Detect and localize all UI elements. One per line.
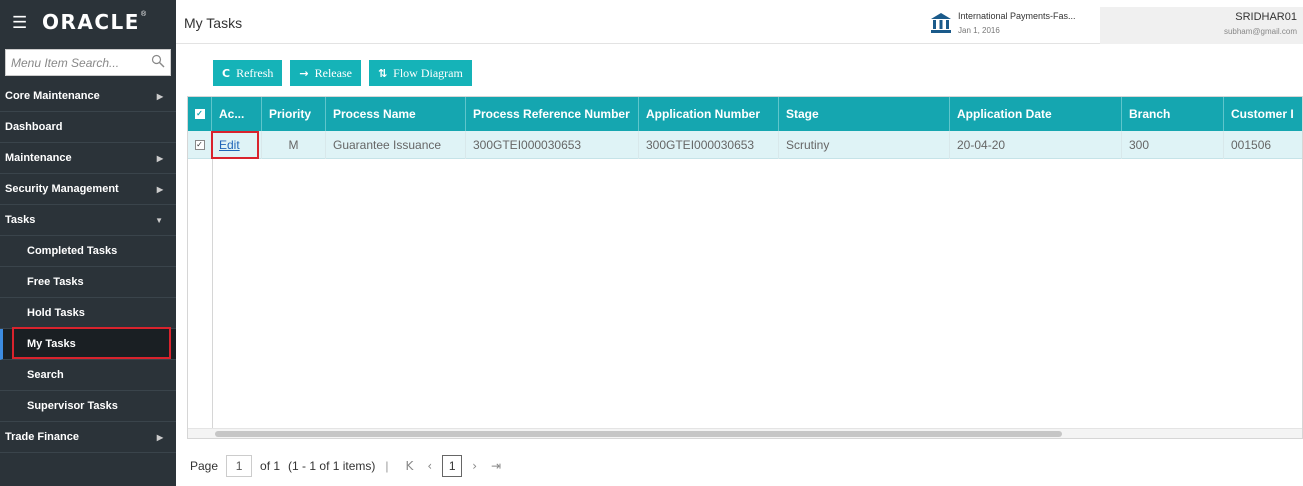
edit-link[interactable]: Edit bbox=[219, 138, 240, 152]
sidebar-item-maintenance[interactable]: Maintenance bbox=[0, 143, 176, 174]
row-checkbox[interactable]: ✓ bbox=[194, 140, 205, 150]
sidebar-item-trade-finance[interactable]: Trade Finance bbox=[0, 422, 176, 453]
page-label: Page bbox=[190, 459, 219, 473]
page-of-label: of 1 bbox=[260, 459, 281, 473]
nav-menu: Core Maintenance Dashboard Maintenance S… bbox=[0, 81, 176, 453]
branch-cell: 300 bbox=[1122, 131, 1224, 159]
bank-icon bbox=[931, 13, 951, 33]
flow-diagram-label: Flow Diagram bbox=[393, 65, 463, 80]
scrollbar-thumb[interactable] bbox=[215, 431, 1062, 437]
menu-search bbox=[5, 49, 171, 76]
sidebar-item-label: My Tasks bbox=[27, 338, 76, 350]
release-icon: → bbox=[299, 66, 309, 80]
horizontal-scrollbar[interactable] bbox=[188, 428, 1302, 438]
priority-cell: M bbox=[262, 131, 326, 159]
release-button[interactable]: → Release bbox=[290, 60, 361, 86]
sidebar-item-label: Completed Tasks bbox=[27, 245, 118, 257]
oracle-logo: ORACLE bbox=[42, 10, 140, 34]
last-page-icon[interactable]: ⇥ bbox=[491, 459, 501, 473]
sidebar-item-tasks[interactable]: Tasks bbox=[0, 205, 176, 236]
sidebar-item-security-management[interactable]: Security Management bbox=[0, 174, 176, 205]
sidebar-item-label: Free Tasks bbox=[27, 276, 84, 288]
release-label: Release bbox=[314, 65, 352, 80]
flow-diagram-icon: ⇅ bbox=[377, 66, 388, 80]
task-toolbar: C Refresh → Release ⇅ Flow Diagram bbox=[213, 60, 472, 86]
tasks-grid: ✓ Ac... Priority Process Name Process Re… bbox=[187, 96, 1303, 439]
sidebar-item-core-maintenance[interactable]: Core Maintenance bbox=[0, 81, 176, 112]
grid-header: ✓ Ac... Priority Process Name Process Re… bbox=[188, 97, 1302, 131]
sidebar-item-label: Supervisor Tasks bbox=[27, 400, 118, 412]
column-header-customer[interactable]: Customer I bbox=[1224, 97, 1302, 131]
current-page-button[interactable]: 1 bbox=[442, 455, 463, 477]
first-page-icon[interactable]: K bbox=[406, 459, 414, 473]
process-reference-cell: 300GTEI000030653 bbox=[466, 131, 639, 159]
chevron-right-icon bbox=[157, 154, 163, 163]
sidebar-item-search[interactable]: Search bbox=[0, 360, 176, 391]
chevron-right-icon bbox=[157, 92, 163, 101]
application-date-cell: 20-04-20 bbox=[950, 131, 1122, 159]
entity-name: International Payments-Fas... bbox=[958, 11, 1076, 21]
stage-cell: Scrutiny bbox=[779, 131, 950, 159]
sidebar-item-hold-tasks[interactable]: Hold Tasks bbox=[0, 298, 176, 329]
items-count: (1 - 1 of 1 items) bbox=[288, 459, 376, 473]
process-name-cell: Guarantee Issuance bbox=[326, 131, 466, 159]
select-all-checkbox[interactable]: ✓ bbox=[194, 109, 205, 119]
entity-selector[interactable]: International Payments-Fas... Jan 1, 201… bbox=[930, 9, 1090, 37]
refresh-button[interactable]: C Refresh bbox=[213, 60, 283, 86]
registered-mark: ® bbox=[140, 10, 147, 18]
refresh-icon: C bbox=[222, 66, 231, 80]
sidebar-item-label: Tasks bbox=[5, 214, 36, 226]
column-header-priority[interactable]: Priority bbox=[262, 97, 326, 131]
column-header-action[interactable]: Ac... bbox=[212, 97, 262, 131]
sidebar-item-free-tasks[interactable]: Free Tasks bbox=[0, 267, 176, 298]
column-header-branch[interactable]: Branch bbox=[1122, 97, 1224, 131]
sidebar-item-label: Core Maintenance bbox=[5, 90, 100, 102]
chevron-right-icon bbox=[157, 433, 163, 442]
sidebar-item-label: Maintenance bbox=[5, 152, 72, 164]
table-row[interactable]: ✓ Edit M Guarantee Issuance 300GTEI00003… bbox=[188, 131, 1302, 159]
top-header: ☰ ORACLE ® My Tasks International Paymen… bbox=[0, 0, 1303, 44]
search-icon[interactable] bbox=[151, 54, 165, 68]
chevron-right-icon bbox=[157, 185, 163, 194]
sidebar-item-label: Hold Tasks bbox=[27, 307, 85, 319]
row-checkbox-cell[interactable]: ✓ bbox=[188, 131, 212, 159]
column-header-stage[interactable]: Stage bbox=[779, 97, 950, 131]
column-header-process-reference-number[interactable]: Process Reference Number bbox=[466, 97, 639, 131]
sidebar-item-label: Security Management bbox=[5, 183, 119, 195]
user-profile[interactable]: SRIDHAR01 subham@gmail.com bbox=[1100, 7, 1303, 44]
pager-separator: | bbox=[385, 459, 389, 473]
sidebar-item-label: Trade Finance bbox=[5, 431, 79, 443]
customer-cell: 001506 bbox=[1231, 138, 1272, 152]
previous-page-icon[interactable]: ‹ bbox=[427, 459, 432, 473]
column-header-process-name[interactable]: Process Name bbox=[326, 97, 466, 131]
menu-search-input[interactable] bbox=[6, 50, 146, 75]
application-number-cell: 300GTEI000030653 bbox=[639, 131, 779, 159]
refresh-label: Refresh bbox=[236, 65, 274, 80]
flow-diagram-button[interactable]: ⇅ Flow Diagram bbox=[368, 60, 472, 86]
column-header-application-date[interactable]: Application Date bbox=[950, 97, 1122, 131]
grid-divider bbox=[212, 159, 213, 429]
user-name: SRIDHAR01 bbox=[1235, 11, 1297, 23]
entity-date: Jan 1, 2016 bbox=[958, 26, 1000, 35]
sidebar: Core Maintenance Dashboard Maintenance S… bbox=[0, 44, 176, 486]
sidebar-item-dashboard[interactable]: Dashboard bbox=[0, 112, 176, 143]
page-title: My Tasks bbox=[184, 15, 243, 31]
select-all-checkbox-cell[interactable]: ✓ bbox=[188, 97, 212, 131]
sidebar-item-label: Search bbox=[27, 369, 64, 381]
next-page-icon[interactable]: › bbox=[472, 459, 477, 473]
user-email: subham@gmail.com bbox=[1223, 27, 1297, 36]
page-number-input[interactable] bbox=[226, 455, 253, 477]
pagination: Page of 1 (1 - 1 of 1 items) | K ‹ 1 › ⇥ bbox=[190, 452, 508, 480]
brand-area: ☰ ORACLE ® bbox=[0, 0, 176, 44]
sidebar-item-supervisor-tasks[interactable]: Supervisor Tasks bbox=[0, 391, 176, 422]
hamburger-menu-icon[interactable]: ☰ bbox=[12, 14, 30, 31]
sidebar-item-completed-tasks[interactable]: Completed Tasks bbox=[0, 236, 176, 267]
column-header-application-number[interactable]: Application Number bbox=[639, 97, 779, 131]
action-cell: Edit bbox=[212, 131, 262, 159]
chevron-down-icon bbox=[155, 216, 163, 225]
sidebar-item-my-tasks[interactable]: My Tasks bbox=[0, 329, 176, 360]
sidebar-item-label: Dashboard bbox=[5, 121, 63, 133]
